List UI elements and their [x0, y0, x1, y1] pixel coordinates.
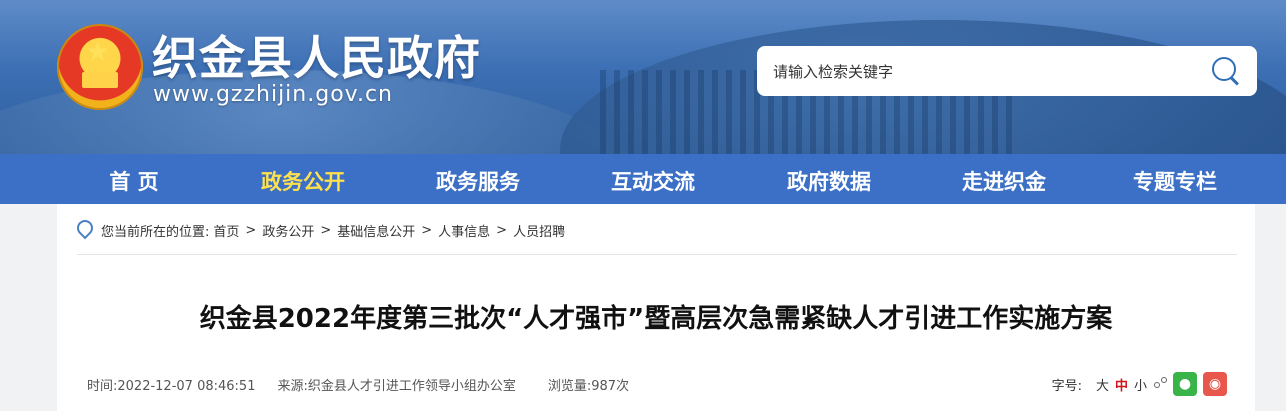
breadcrumb-item-recruitment[interactable]: 人员招聘: [513, 221, 565, 240]
nav-item-special-topics[interactable]: 专题专栏: [1127, 166, 1223, 196]
emblem-gate-icon: [82, 72, 118, 88]
font-size-small-button[interactable]: 小: [1134, 375, 1147, 394]
breadcrumb-item-home[interactable]: 首页: [213, 221, 239, 240]
nav-item-gov-data[interactable]: 政府数据: [781, 166, 877, 196]
breadcrumb-separator: >: [496, 222, 508, 238]
article-meta: 时间:2022-12-07 08:46:51 来源:织金县人才引进工作领导小组办…: [87, 375, 629, 394]
breadcrumb-divider: [77, 254, 1237, 255]
article-panel: 您当前所在的位置: 首页 > 政务公开 > 基础信息公开 > 人事信息 > 人员…: [57, 204, 1255, 411]
breadcrumb-item-gov-affairs-open[interactable]: 政务公开: [262, 221, 314, 240]
nav-item-interaction[interactable]: 互动交流: [605, 166, 701, 196]
publish-time: 时间:2022-12-07 08:46:51: [87, 375, 255, 394]
source-label: 来源:: [277, 379, 308, 394]
views-label: 浏览量:: [547, 379, 592, 394]
site-title[interactable]: 织金县人民政府: [152, 22, 481, 88]
location-pin-icon: [77, 220, 91, 240]
wechat-share-icon[interactable]: ●: [1173, 372, 1197, 396]
search-icon[interactable]: [1211, 56, 1241, 86]
views-value: 987次: [591, 379, 630, 394]
source-value: 织金县人才引进工作领导小组办公室: [307, 379, 516, 394]
breadcrumb-separator: >: [421, 222, 433, 238]
publish-time-value: 2022-12-07 08:46:51: [117, 379, 256, 394]
national-emblem-icon[interactable]: ★: [57, 24, 143, 110]
breadcrumb-item-basic-info[interactable]: 基础信息公开: [337, 221, 415, 240]
nav-item-home[interactable]: 首 页: [86, 166, 182, 196]
breadcrumb: 您当前所在的位置: 首页 > 政务公开 > 基础信息公开 > 人事信息 > 人员…: [77, 220, 565, 240]
breadcrumb-separator: >: [245, 222, 257, 238]
nav-item-gov-affairs-open[interactable]: 政务公开: [255, 166, 351, 196]
article-title: 织金县2022年度第三批次“人才强市”暨高层次急需紧缺人才引进工作实施方案: [199, 304, 1113, 334]
search-box[interactable]: 请输入检索关键字: [757, 46, 1257, 96]
nav-item-about-zhijin[interactable]: 走进织金: [956, 166, 1052, 196]
font-size-large-button[interactable]: 大: [1096, 375, 1109, 394]
weibo-share-icon[interactable]: ◉: [1203, 372, 1227, 396]
emblem-star-icon: ★: [85, 35, 111, 68]
site-url: www.gzzhijin.gov.cn: [153, 82, 393, 107]
breadcrumb-prefix: 您当前所在的位置:: [101, 224, 210, 240]
search-input[interactable]: 请输入检索关键字: [773, 61, 1211, 82]
font-size-label: 字号:: [1051, 378, 1082, 394]
font-size-medium-button[interactable]: 中: [1115, 375, 1128, 394]
breadcrumb-item-personnel-info[interactable]: 人事信息: [438, 221, 490, 240]
article-source: 来源:织金县人才引进工作领导小组办公室: [277, 375, 515, 394]
article-tools: 字号: 大 中 小 ● ◉: [1052, 372, 1227, 396]
breadcrumb-separator: >: [320, 222, 332, 238]
main-nav: 首 页 政务公开 政务服务 互动交流 政府数据 走进织金 专题专栏: [0, 154, 1286, 204]
view-count: 浏览量:987次: [548, 375, 629, 394]
publish-time-label: 时间:: [87, 379, 118, 394]
nav-item-gov-services[interactable]: 政务服务: [430, 166, 526, 196]
share-icon[interactable]: [1153, 377, 1167, 391]
site-header: ★ 织金县人民政府 www.gzzhijin.gov.cn 请输入检索关键字: [0, 0, 1286, 154]
